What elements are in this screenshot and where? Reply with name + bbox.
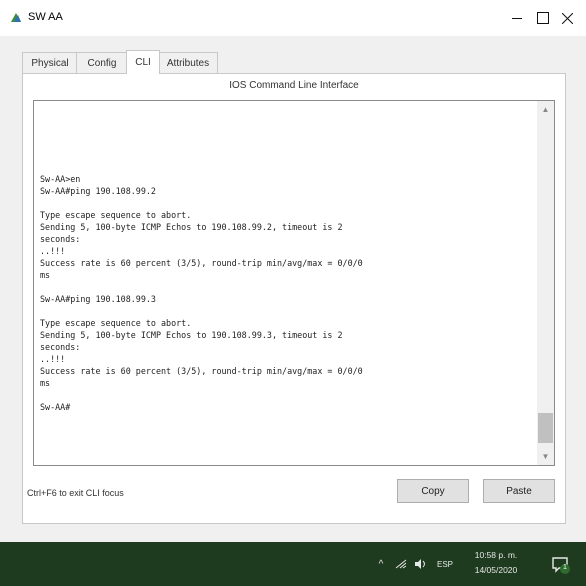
cli-terminal[interactable]: Sw-AA>en Sw-AA#ping 190.108.99.2 Type es… — [33, 100, 555, 466]
tab-physical[interactable]: Physical — [22, 52, 78, 73]
scroll-down-icon[interactable]: ▼ — [537, 448, 554, 465]
panel-title: IOS Command Line Interface — [229, 80, 359, 91]
copy-button[interactable]: Copy — [397, 479, 469, 503]
scroll-up-icon[interactable]: ▲ — [537, 101, 554, 118]
title-bar: SW AA — [0, 0, 586, 36]
tab-cli[interactable]: CLI — [126, 50, 160, 74]
paste-button[interactable]: Paste — [483, 479, 555, 503]
terminal-output[interactable]: Sw-AA>en Sw-AA#ping 190.108.99.2 Type es… — [40, 101, 534, 413]
chevron-up-icon[interactable]: ^ — [372, 542, 390, 586]
cli-panel: IOS Command Line Interface Sw-AA>en Sw-A… — [22, 73, 566, 524]
tab-attributes[interactable]: Attributes — [158, 52, 218, 73]
taskbar: ^ ESP 10:58 p. m. 14/05/2020 1 — [0, 542, 586, 586]
close-icon — [561, 12, 573, 24]
notification-count: 1 — [563, 564, 567, 571]
language-indicator[interactable]: ESP — [432, 542, 458, 586]
volume-icon[interactable] — [410, 542, 432, 586]
app-icon — [11, 13, 21, 22]
notification-icon[interactable]: 1 — [550, 554, 572, 576]
close-button[interactable] — [548, 0, 586, 36]
clock-date: 14/05/2020 — [474, 565, 518, 575]
focus-hint: Ctrl+F6 to exit CLI focus — [27, 488, 124, 498]
clock[interactable]: 10:58 p. m. 14/05/2020 — [460, 548, 532, 578]
terminal-scrollbar[interactable]: ▲ ▼ — [537, 101, 554, 465]
tab-config[interactable]: Config — [76, 52, 128, 73]
network-icon[interactable] — [392, 542, 410, 586]
clock-time: 10:58 p. m. — [474, 550, 518, 560]
scrollbar-thumb[interactable] — [538, 413, 553, 443]
dialog-content: Physical Config CLI Attributes IOS Comma… — [0, 36, 586, 542]
window-title: SW AA — [28, 11, 63, 23]
